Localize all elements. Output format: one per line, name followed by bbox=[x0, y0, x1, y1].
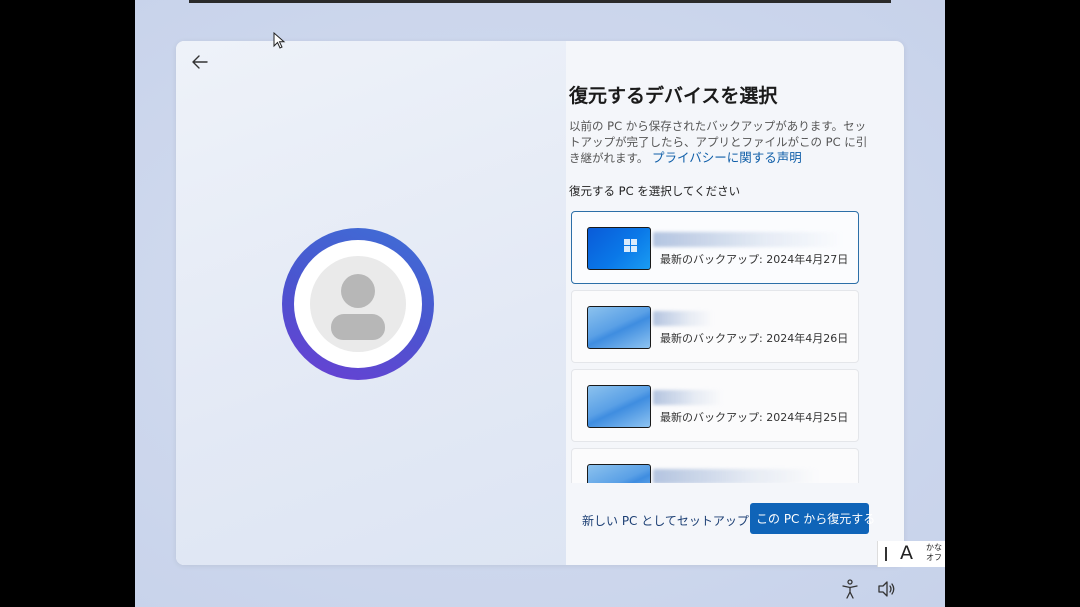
privacy-link[interactable]: プライバシーに関する声明 bbox=[652, 150, 802, 165]
accessibility-icon[interactable] bbox=[839, 578, 861, 600]
device-name-redacted bbox=[653, 232, 843, 247]
ime-mode-letter: A bbox=[900, 542, 913, 564]
device-backup-date: 最新のバックアップ: 2024年4月27日 bbox=[660, 253, 849, 266]
device-backup-date: 最新のバックアップ: 2024年4月25日 bbox=[660, 411, 849, 424]
device-thumbnail bbox=[587, 385, 651, 428]
page-title: 復元するデバイスを選択 bbox=[569, 85, 778, 107]
choose-pc-label: 復元する PC を選択してください bbox=[569, 184, 741, 198]
top-bar bbox=[189, 0, 891, 3]
speaker-icon[interactable] bbox=[876, 578, 898, 600]
text-cursor-icon bbox=[885, 547, 887, 561]
avatar bbox=[310, 256, 406, 352]
device-list[interactable]: 最新のバックアップ: 2024年4月27日 最新のバックアップ: 2024年4月… bbox=[571, 211, 859, 483]
device-thumbnail bbox=[587, 464, 651, 483]
oobe-screen: 復元するデバイスを選択 以前の PC から保存されたバックアップがあります。セッ… bbox=[135, 0, 945, 607]
device-thumbnail bbox=[587, 306, 651, 349]
ime-indicator[interactable]: A かな オフ bbox=[877, 541, 945, 567]
left-illustration-pane bbox=[176, 41, 566, 565]
device-card-3[interactable]: 最新のバックアップ: 2024年4月25日 bbox=[571, 369, 859, 442]
device-backup-date: 最新のバックアップ: 2024年4月26日 bbox=[660, 332, 849, 345]
device-thumbnail bbox=[587, 227, 651, 270]
windows-logo-icon bbox=[624, 239, 638, 253]
device-card-1[interactable]: 最新のバックアップ: 2024年4月27日 bbox=[571, 211, 859, 284]
description: 以前の PC から保存されたバックアップがあります。セットアップが完了したら、ア… bbox=[569, 118, 869, 166]
device-name-redacted bbox=[653, 390, 723, 405]
device-name-redacted bbox=[653, 311, 713, 326]
person-icon bbox=[341, 274, 375, 308]
device-name-redacted bbox=[653, 469, 818, 483]
mouse-cursor-icon bbox=[273, 32, 286, 49]
back-button[interactable] bbox=[186, 49, 214, 75]
device-card-2[interactable]: 最新のバックアップ: 2024年4月26日 bbox=[571, 290, 859, 363]
setup-as-new-pc-button[interactable]: 新しい PC としてセットアップする bbox=[576, 505, 779, 535]
account-avatar-ring bbox=[282, 228, 434, 380]
restore-from-pc-button[interactable]: この PC から復元する bbox=[750, 503, 875, 534]
setup-dialog: 復元するデバイスを選択 以前の PC から保存されたバックアップがあります。セッ… bbox=[176, 41, 904, 565]
ime-kana-status: かな オフ bbox=[926, 543, 942, 562]
arrow-left-icon bbox=[192, 55, 208, 69]
device-card-4[interactable] bbox=[571, 448, 859, 483]
